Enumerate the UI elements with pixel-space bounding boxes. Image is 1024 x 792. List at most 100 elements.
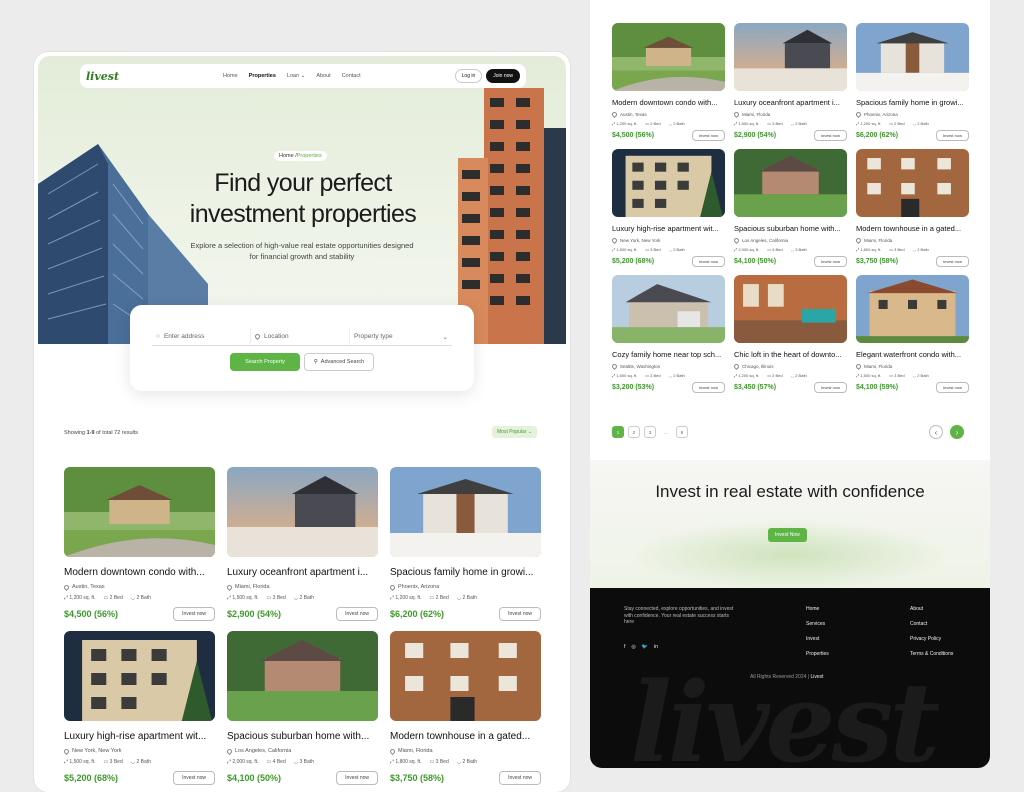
invest-now-button[interactable]: Invest now — [173, 607, 215, 621]
footer-link-services[interactable]: Services — [806, 621, 829, 627]
property-title[interactable]: Modern townhouse in a gated... — [856, 224, 969, 233]
property-title[interactable]: Luxury high-rise apartment wit... — [64, 731, 215, 742]
invest-now-cta-button[interactable]: Invest Now — [768, 528, 807, 542]
property-photo[interactable] — [64, 467, 215, 557]
property-photo[interactable] — [612, 275, 725, 343]
property-card[interactable]: Modern townhouse in a gated... Miami, Flo… — [854, 149, 969, 267]
property-card[interactable]: Modern townhouse in a gated... Miami, Flo… — [388, 631, 541, 785]
search-property-button[interactable]: Search Property — [230, 353, 300, 371]
property-photo[interactable] — [390, 631, 541, 721]
property-card[interactable]: Luxury oceanfront apartment i... Miami, F… — [225, 467, 378, 621]
bath-spec: ◡ 2 Bath — [131, 759, 151, 765]
property-title[interactable]: Modern downtown condo with... — [612, 98, 725, 107]
nav-loan[interactable]: Loan ⌄ — [287, 73, 305, 79]
property-card[interactable]: Elegant waterfront condo with... Miami, F… — [854, 275, 969, 393]
footer-link-privacy[interactable]: Privacy Policy — [910, 636, 953, 642]
nav-contact[interactable]: Contact — [342, 73, 361, 79]
invest-now-button[interactable]: Invest now — [691, 130, 725, 141]
next-arrow-icon[interactable]: › — [950, 425, 964, 439]
breadcrumb-home[interactable]: Home / — [279, 153, 297, 159]
property-title[interactable]: Cozy family home near top sch... — [612, 350, 725, 359]
footer-link-properties[interactable]: Properties — [806, 651, 829, 657]
property-card[interactable]: Modern downtown condo with... Austin, Tex… — [62, 467, 215, 621]
property-title[interactable]: Spacious suburban home with... — [734, 224, 847, 233]
invest-now-button[interactable]: Invest now — [336, 771, 378, 785]
property-title[interactable]: Luxury high-rise apartment wit... — [612, 224, 725, 233]
login-button[interactable]: Log in — [454, 69, 483, 83]
invest-now-button[interactable]: Invest now — [935, 130, 969, 141]
property-title[interactable]: Luxury oceanfront apartment i... — [734, 98, 847, 107]
property-type-select[interactable]: Property type ⌄ — [350, 328, 452, 345]
page-9[interactable]: 9 — [676, 426, 688, 438]
property-card[interactable]: Luxury high-rise apartment wit... New Yor… — [62, 631, 215, 785]
property-title[interactable]: Spacious suburban home with... — [227, 731, 378, 742]
property-photo[interactable] — [734, 23, 847, 91]
invest-now-button[interactable]: Invest now — [691, 382, 725, 393]
invest-now-button[interactable]: Invest now — [813, 130, 847, 141]
linkedin-icon[interactable]: in — [654, 644, 658, 650]
location-input[interactable]: Location — [251, 328, 350, 345]
bath-text: 2 Bath — [299, 595, 314, 601]
prev-arrow-icon[interactable]: ‹ — [929, 425, 943, 439]
invest-now-button[interactable]: Invest now — [691, 256, 725, 267]
property-title[interactable]: Luxury oceanfront apartment i... — [227, 567, 378, 578]
card-footer: $6,200 (62%) Invest now — [856, 130, 969, 141]
property-title[interactable]: Modern downtown condo with... — [64, 567, 215, 578]
property-card[interactable]: Luxury oceanfront apartment i... Miami, F… — [732, 23, 847, 141]
invest-now-button[interactable]: Invest now — [935, 382, 969, 393]
property-title[interactable]: Modern townhouse in a gated... — [390, 731, 541, 742]
property-card[interactable]: Spacious suburban home with... Los Angele… — [732, 149, 847, 267]
property-photo[interactable] — [612, 149, 725, 217]
facebook-icon[interactable]: f — [624, 644, 625, 650]
property-location: Miami, Florida — [225, 583, 378, 591]
property-card[interactable]: Spacious family home in growi... Phoenix,… — [388, 467, 541, 621]
join-now-button[interactable]: Join now — [486, 69, 520, 83]
property-photo[interactable] — [227, 631, 378, 721]
property-title[interactable]: Spacious family home in growi... — [856, 98, 969, 107]
page-1[interactable]: 1 — [612, 426, 624, 438]
property-photo[interactable] — [390, 467, 541, 557]
property-title[interactable]: Chic loft in the heart of downto... — [734, 350, 847, 359]
address-input[interactable]: ○ Enter address — [152, 328, 251, 345]
footer-link-home[interactable]: Home — [806, 606, 829, 612]
bath-spec: ◡ 2 Bath — [913, 247, 929, 252]
property-photo[interactable] — [856, 23, 969, 91]
invest-now-button[interactable]: Invest now — [499, 607, 541, 621]
property-photo[interactable] — [734, 275, 847, 343]
page-2[interactable]: 2 — [628, 426, 640, 438]
footer-link-contact[interactable]: Contact — [910, 621, 953, 627]
invest-now-button[interactable]: Invest now — [336, 607, 378, 621]
instagram-icon[interactable]: ◎ — [631, 644, 635, 650]
page-3[interactable]: 3 — [644, 426, 656, 438]
property-title[interactable]: Spacious family home in growi... — [390, 567, 541, 578]
property-card[interactable]: Spacious suburban home with... Los Angele… — [225, 631, 378, 785]
invest-now-button[interactable]: Invest now — [813, 256, 847, 267]
property-card[interactable]: Modern downtown condo with... Austin, Tex… — [610, 23, 725, 141]
footer-link-about[interactable]: About — [910, 606, 953, 612]
footer-link-invest[interactable]: Invest — [806, 636, 829, 642]
footer-link-terms[interactable]: Terms & Conditions — [910, 651, 953, 657]
twitter-icon[interactable]: 🐦 — [642, 644, 648, 650]
property-title[interactable]: Elegant waterfront condo with... — [856, 350, 969, 359]
livest-logo[interactable]: livest — [86, 70, 119, 83]
invest-now-button[interactable]: Invest now — [499, 771, 541, 785]
property-card[interactable]: Spacious family home in growi... Phoenix,… — [854, 23, 969, 141]
nav-properties[interactable]: Properties — [249, 73, 276, 79]
property-photo[interactable] — [612, 23, 725, 91]
invest-now-button[interactable]: Invest now — [813, 382, 847, 393]
property-photo[interactable] — [856, 275, 969, 343]
property-photo[interactable] — [856, 149, 969, 217]
nav-about[interactable]: About — [316, 73, 330, 79]
property-photo[interactable] — [734, 149, 847, 217]
bath-text: 2 Bath — [673, 373, 685, 378]
nav-home[interactable]: Home — [223, 73, 238, 79]
invest-now-button[interactable]: Invest now — [173, 771, 215, 785]
property-card[interactable]: Cozy family home near top sch... Seattle,… — [610, 275, 725, 393]
invest-now-button[interactable]: Invest now — [935, 256, 969, 267]
property-photo[interactable] — [227, 467, 378, 557]
sort-dropdown[interactable]: Most Popular ⌄ — [492, 426, 538, 438]
property-card[interactable]: Chic loft in the heart of downto... Chica… — [732, 275, 847, 393]
advanced-search-button[interactable]: ⚲ Advanced Search — [304, 353, 374, 371]
property-card[interactable]: Luxury high-rise apartment wit... New Yor… — [610, 149, 725, 267]
property-photo[interactable] — [64, 631, 215, 721]
